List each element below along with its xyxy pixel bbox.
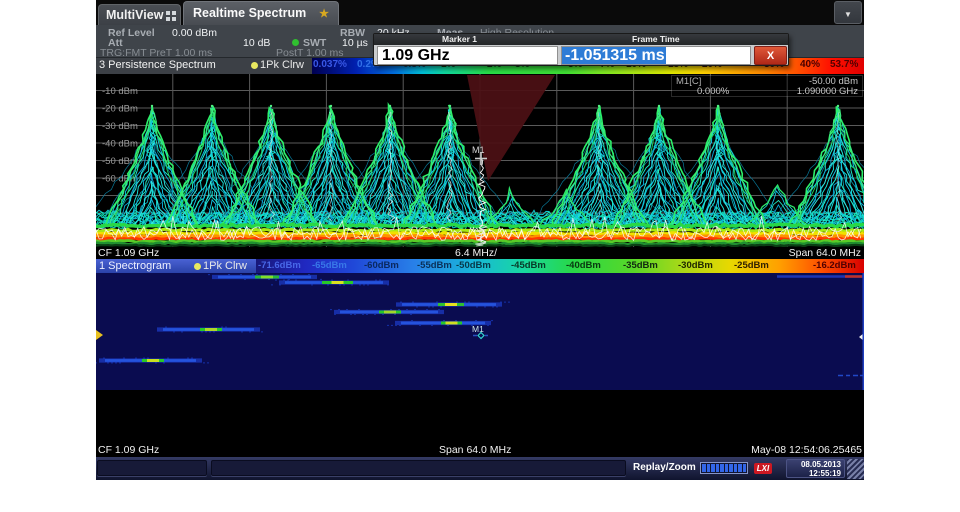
svg-text:-10 dBm: -10 dBm [102, 86, 138, 97]
svg-text:M1: M1 [472, 145, 485, 155]
svg-text:-40 dBm: -40 dBm [102, 139, 138, 150]
svg-text:1.090000 GHz: 1.090000 GHz [797, 86, 859, 97]
svg-text:0.000%: 0.000% [697, 86, 730, 97]
svg-text:M1: M1 [472, 324, 484, 334]
svg-text:-20 dBm: -20 dBm [102, 104, 138, 115]
svg-text:-30 dBm: -30 dBm [102, 121, 138, 132]
